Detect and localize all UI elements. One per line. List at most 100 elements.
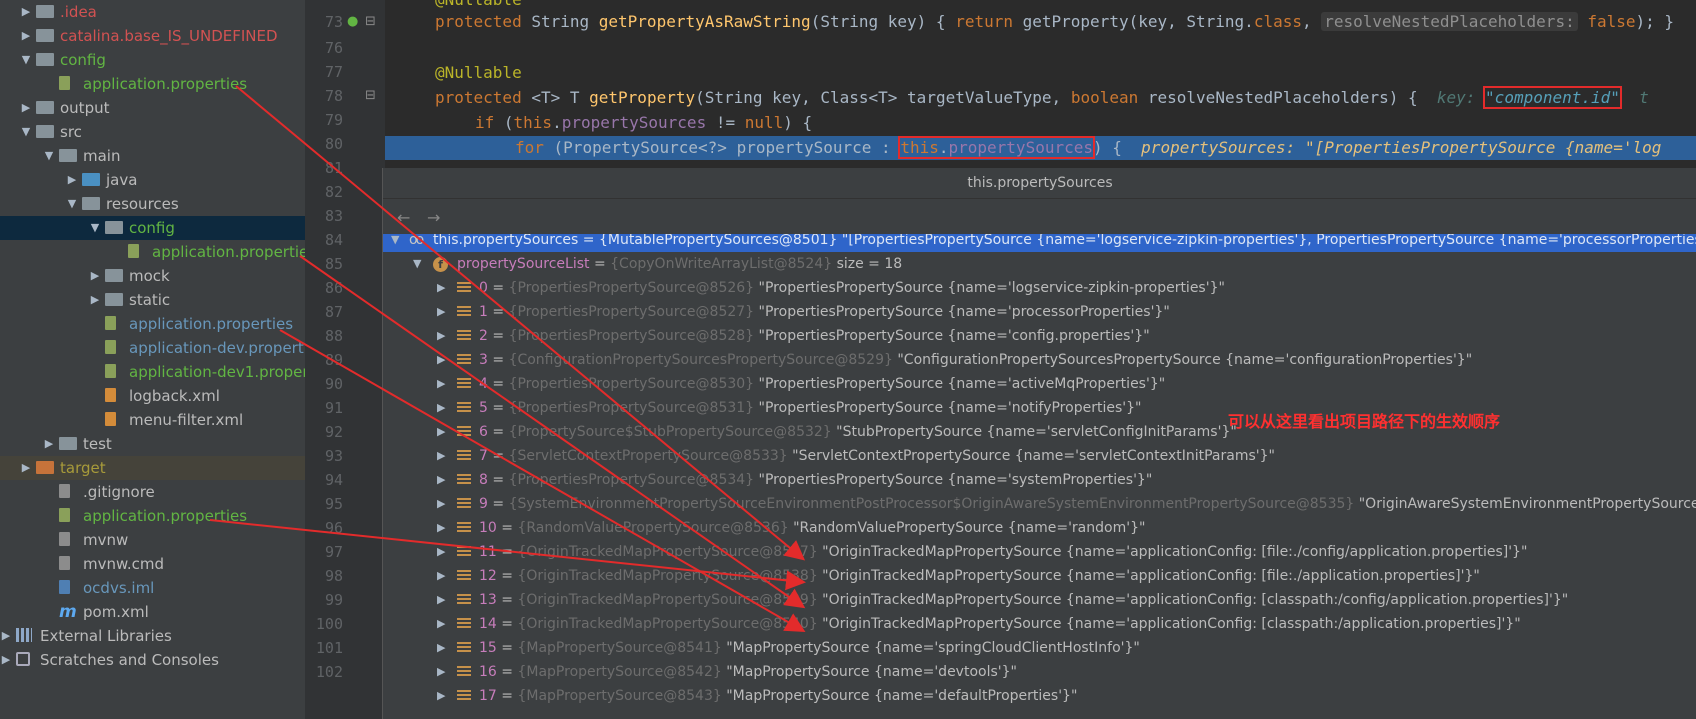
expand-right-icon[interactable]: ▶ [20, 24, 32, 48]
tree-item-output[interactable]: ▶ output [0, 96, 305, 120]
expand-down-icon[interactable]: ▼ [20, 120, 32, 144]
expand-right-icon[interactable]: ▶ [437, 324, 445, 348]
line-number: 94 [324, 471, 343, 489]
tree-item-mvnw-cmd[interactable]: mvnw.cmd [0, 552, 305, 576]
variable-item-15[interactable]: ▶ 15 = {MapPropertySource@8541} "MapPrope… [383, 636, 1696, 660]
variable-item-0[interactable]: ▶ 0 = {PropertiesPropertySource@8526} "Pr… [383, 276, 1696, 300]
expand-right-icon[interactable]: ▶ [437, 540, 445, 564]
tree-item-java[interactable]: ▶ java [0, 168, 305, 192]
variable-item-text: 10 = {RandomValuePropertySource@8536} "R… [479, 520, 1146, 536]
variable-item-text: 9 = {SystemEnvironmentPropertySourceEnvi… [479, 496, 1696, 512]
expand-right-icon[interactable]: ▶ [437, 684, 445, 708]
tree-item-resources[interactable]: ▼ resources [0, 192, 305, 216]
tree-item-test[interactable]: ▶ test [0, 432, 305, 456]
tree-item-resources-application-properties[interactable]: application.properties [0, 312, 305, 336]
expand-right-icon[interactable]: ▶ [20, 96, 32, 120]
expand-down-icon[interactable]: ▼ [391, 234, 399, 252]
tree-item-static[interactable]: ▶ static [0, 288, 305, 312]
tree-item-label: application.properties [83, 507, 248, 525]
tree-item-mvnw[interactable]: mvnw [0, 528, 305, 552]
forward-arrow-icon[interactable]: → [427, 208, 440, 227]
variable-item-10[interactable]: ▶ 10 = {RandomValuePropertySource@8536} "… [383, 516, 1696, 540]
expand-right-icon[interactable]: ▶ [437, 636, 445, 660]
tree-item-ocdvs-iml[interactable]: ocdvs.iml [0, 576, 305, 600]
expand-right-icon[interactable]: ▶ [437, 612, 445, 636]
line-number: 83 [324, 207, 343, 225]
expand-down-icon[interactable]: ▼ [413, 252, 421, 276]
variable-item-1[interactable]: ▶ 1 = {PropertiesPropertySource@8527} "Pr… [383, 300, 1696, 324]
expand-right-icon[interactable]: ▶ [89, 264, 101, 288]
expand-down-icon[interactable]: ▼ [20, 48, 32, 72]
tree-item-resources-config-application-properties[interactable]: application.properties [0, 240, 305, 264]
expand-right-icon[interactable]: ▶ [437, 492, 445, 516]
override-marker-icon[interactable]: ● [347, 14, 358, 29]
variable-item-9[interactable]: ▶ 9 = {SystemEnvironmentPropertySourceEnv… [383, 492, 1696, 516]
expand-right-icon[interactable]: ▶ [0, 624, 12, 648]
variable-item-12[interactable]: ▶ 12 = {OriginTrackedMapPropertySource@85… [383, 564, 1696, 588]
code-editor[interactable]: @Nullable protected String getPropertyAs… [385, 0, 1696, 165]
fold-icon[interactable]: ⊟ [365, 14, 376, 29]
parameter-hint: resolveNestedPlaceholders: [1321, 12, 1578, 31]
tree-item-src[interactable]: ▼ src [0, 120, 305, 144]
expand-down-icon[interactable]: ▼ [66, 192, 78, 216]
expand-right-icon[interactable]: ▶ [66, 168, 78, 192]
tree-item-logback-xml[interactable]: logback.xml [0, 384, 305, 408]
variable-item-4[interactable]: ▶ 4 = {PropertiesPropertySource@8530} "Pr… [383, 372, 1696, 396]
tree-item-main[interactable]: ▼ main [0, 144, 305, 168]
fold-icon[interactable]: ⊟ [365, 88, 376, 103]
tree-item-scratches[interactable]: ▶ Scratches and Consoles [0, 648, 305, 672]
list-entry-icon [457, 642, 471, 654]
variable-root[interactable]: ▼ oo this.propertySources = {MutableProp… [383, 234, 1696, 252]
variable-item-2[interactable]: ▶ 2 = {PropertiesPropertySource@8528} "Pr… [383, 324, 1696, 348]
folder-icon [36, 53, 54, 66]
expand-right-icon[interactable]: ▶ [437, 660, 445, 684]
tree-item-config-application-properties[interactable]: application.properties [0, 72, 305, 96]
expand-right-icon[interactable]: ▶ [437, 348, 445, 372]
variable-property-source-list[interactable]: ▼ f propertySourceList = {CopyOnWriteArr… [383, 252, 1696, 276]
expand-right-icon[interactable]: ▶ [0, 648, 12, 672]
expand-right-icon[interactable]: ▶ [437, 300, 445, 324]
expand-right-icon[interactable]: ▶ [437, 468, 445, 492]
expand-right-icon[interactable]: ▶ [437, 588, 445, 612]
variable-item-16[interactable]: ▶ 16 = {MapPropertySource@8542} "MapPrope… [383, 660, 1696, 684]
variable-item-17[interactable]: ▶ 17 = {MapPropertySource@8543} "MapPrope… [383, 684, 1696, 708]
debug-value-popup[interactable]: this.propertySources ← → ▼ oo this.prope… [382, 168, 1696, 719]
expand-right-icon[interactable]: ▶ [437, 396, 445, 420]
tree-item-external-libraries[interactable]: ▶ External Libraries [0, 624, 305, 648]
expand-right-icon[interactable]: ▶ [20, 456, 32, 480]
tree-item-pom-xml[interactable]: m pom.xml [0, 600, 305, 624]
expand-down-icon[interactable]: ▼ [43, 144, 55, 168]
project-tree: ▶ .idea ▶ catalina.base_IS_UNDEFINED ▼ config… [0, 0, 305, 719]
tree-item-application-dev1-properties[interactable]: application-dev1.properties [0, 360, 305, 384]
tree-item-gitignore[interactable]: .gitignore [0, 480, 305, 504]
tree-item-application-dev-properties[interactable]: application-dev.properties [0, 336, 305, 360]
variable-item-11[interactable]: ▶ 11 = {OriginTrackedMapPropertySource@85… [383, 540, 1696, 564]
expand-right-icon[interactable]: ▶ [437, 372, 445, 396]
tree-item-idea[interactable]: ▶ .idea [0, 0, 305, 24]
tree-item-menu-filter-xml[interactable]: menu-filter.xml [0, 408, 305, 432]
variable-item-14[interactable]: ▶ 14 = {OriginTrackedMapPropertySource@85… [383, 612, 1696, 636]
variable-item-3[interactable]: ▶ 3 = {ConfigurationPropertySourcesProper… [383, 348, 1696, 372]
tree-item-resources-config[interactable]: ▼ config [0, 216, 305, 240]
expand-right-icon[interactable]: ▶ [437, 444, 445, 468]
tree-item-catalina[interactable]: ▶ catalina.base_IS_UNDEFINED [0, 24, 305, 48]
tree-item-mock[interactable]: ▶ mock [0, 264, 305, 288]
expand-right-icon[interactable]: ▶ [437, 516, 445, 540]
variable-item-text: 4 = {PropertiesPropertySource@8530} "Pro… [479, 376, 1166, 392]
tree-item-config[interactable]: ▼ config [0, 48, 305, 72]
expand-right-icon[interactable]: ▶ [437, 276, 445, 300]
expand-right-icon[interactable]: ▶ [43, 432, 55, 456]
variable-item-8[interactable]: ▶ 8 = {PropertiesPropertySource@8534} "Pr… [383, 468, 1696, 492]
expand-right-icon[interactable]: ▶ [437, 420, 445, 444]
expand-right-icon[interactable]: ▶ [20, 0, 32, 24]
tree-item-root-application-properties[interactable]: application.properties [0, 504, 305, 528]
variable-item-13[interactable]: ▶ 13 = {OriginTrackedMapPropertySource@85… [383, 588, 1696, 612]
variable-item-text: 7 = {ServletContextPropertySource@8533} … [479, 448, 1275, 464]
expand-right-icon[interactable]: ▶ [437, 564, 445, 588]
expand-down-icon[interactable]: ▼ [89, 216, 101, 240]
tree-item-target[interactable]: ▶ target [0, 456, 305, 480]
variable-item-7[interactable]: ▶ 7 = {ServletContextPropertySource@8533}… [383, 444, 1696, 468]
back-arrow-icon[interactable]: ← [397, 208, 410, 227]
expand-right-icon[interactable]: ▶ [89, 288, 101, 312]
list-entry-icon [457, 474, 471, 486]
